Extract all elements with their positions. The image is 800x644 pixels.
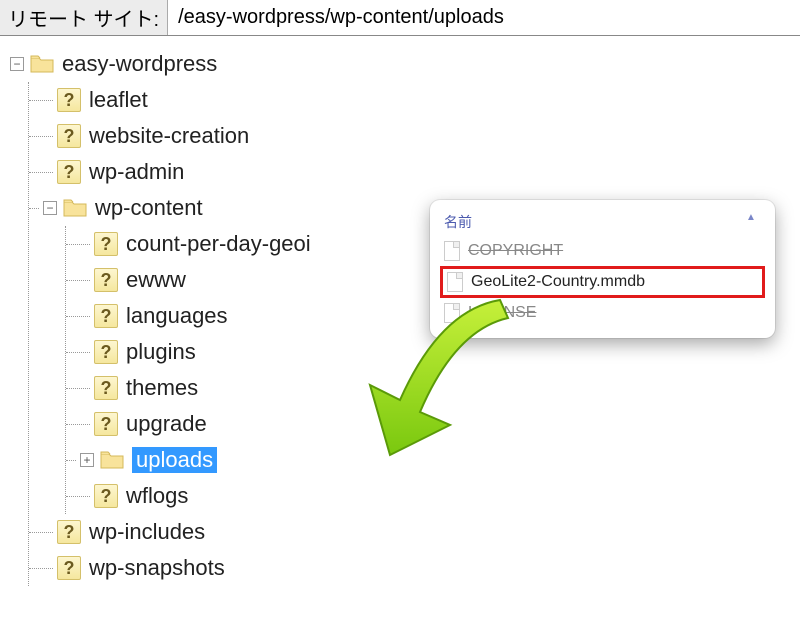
folder-label: wp-admin <box>89 159 184 185</box>
unknown-icon: ? <box>94 268 118 292</box>
tree-row[interactable]: ? wflogs <box>66 478 800 514</box>
address-bar: リモート サイト: <box>0 0 800 36</box>
unknown-icon: ? <box>94 304 118 328</box>
file-icon <box>444 241 460 261</box>
folder-label: easy-wordpress <box>62 51 217 77</box>
unknown-icon: ? <box>94 340 118 364</box>
file-row[interactable]: LICENSE <box>430 300 775 326</box>
unknown-icon: ? <box>94 484 118 508</box>
unknown-icon: ? <box>57 160 81 184</box>
file-icon <box>447 272 463 292</box>
file-name: COPYRIGHT <box>468 242 563 260</box>
folder-label: website-creation <box>89 123 249 149</box>
unknown-icon: ? <box>57 124 81 148</box>
expand-toggle[interactable]: + <box>80 453 94 467</box>
folder-icon <box>100 450 124 470</box>
folder-icon <box>30 54 54 74</box>
file-list-popup: 名前 ▲ COPYRIGHT GeoLite2-Country.mmdb LIC… <box>430 200 775 338</box>
file-name: GeoLite2-Country.mmdb <box>471 273 645 291</box>
folder-label: languages <box>126 303 228 329</box>
folder-label: wp-snapshots <box>89 555 225 581</box>
file-row[interactable]: COPYRIGHT <box>430 238 775 264</box>
remote-path-input[interactable] <box>168 0 800 35</box>
unknown-icon: ? <box>57 520 81 544</box>
unknown-icon: ? <box>57 88 81 112</box>
column-name: 名前 <box>444 212 741 232</box>
tree-row[interactable]: ? themes <box>66 370 800 406</box>
folder-label: plugins <box>126 339 196 365</box>
file-icon <box>444 303 460 323</box>
collapse-toggle[interactable]: − <box>10 57 24 71</box>
folder-label: leaflet <box>89 87 148 113</box>
unknown-icon: ? <box>57 556 81 580</box>
address-label: リモート サイト: <box>0 0 168 35</box>
folder-label: ewww <box>126 267 186 293</box>
folder-label: upgrade <box>126 411 207 437</box>
tree-row[interactable]: − easy-wordpress <box>10 46 800 82</box>
unknown-icon: ? <box>94 232 118 256</box>
tree-row[interactable]: ? wp-admin <box>29 154 800 190</box>
file-row-highlight[interactable]: GeoLite2-Country.mmdb <box>440 266 765 298</box>
tree-row[interactable]: + uploads <box>66 442 800 478</box>
folder-label: wflogs <box>126 483 188 509</box>
tree-row[interactable]: ? plugins <box>66 334 800 370</box>
file-list-header[interactable]: 名前 ▲ <box>430 208 775 238</box>
file-name: LICENSE <box>468 304 536 322</box>
folder-label-selected: uploads <box>132 447 217 473</box>
tree-row[interactable]: ? wp-snapshots <box>29 550 800 586</box>
folder-label: count-per-day-geoi <box>126 231 311 257</box>
folder-label: themes <box>126 375 198 401</box>
collapse-toggle[interactable]: − <box>43 201 57 215</box>
folder-icon <box>63 198 87 218</box>
tree-row[interactable]: ? upgrade <box>66 406 800 442</box>
sort-indicator-icon: ▲ <box>741 212 761 232</box>
folder-label: wp-includes <box>89 519 205 545</box>
unknown-icon: ? <box>94 376 118 400</box>
folder-label: wp-content <box>95 195 203 221</box>
tree-row[interactable]: ? wp-includes <box>29 514 800 550</box>
unknown-icon: ? <box>94 412 118 436</box>
tree-row[interactable]: ? leaflet <box>29 82 800 118</box>
tree-row[interactable]: ? website-creation <box>29 118 800 154</box>
